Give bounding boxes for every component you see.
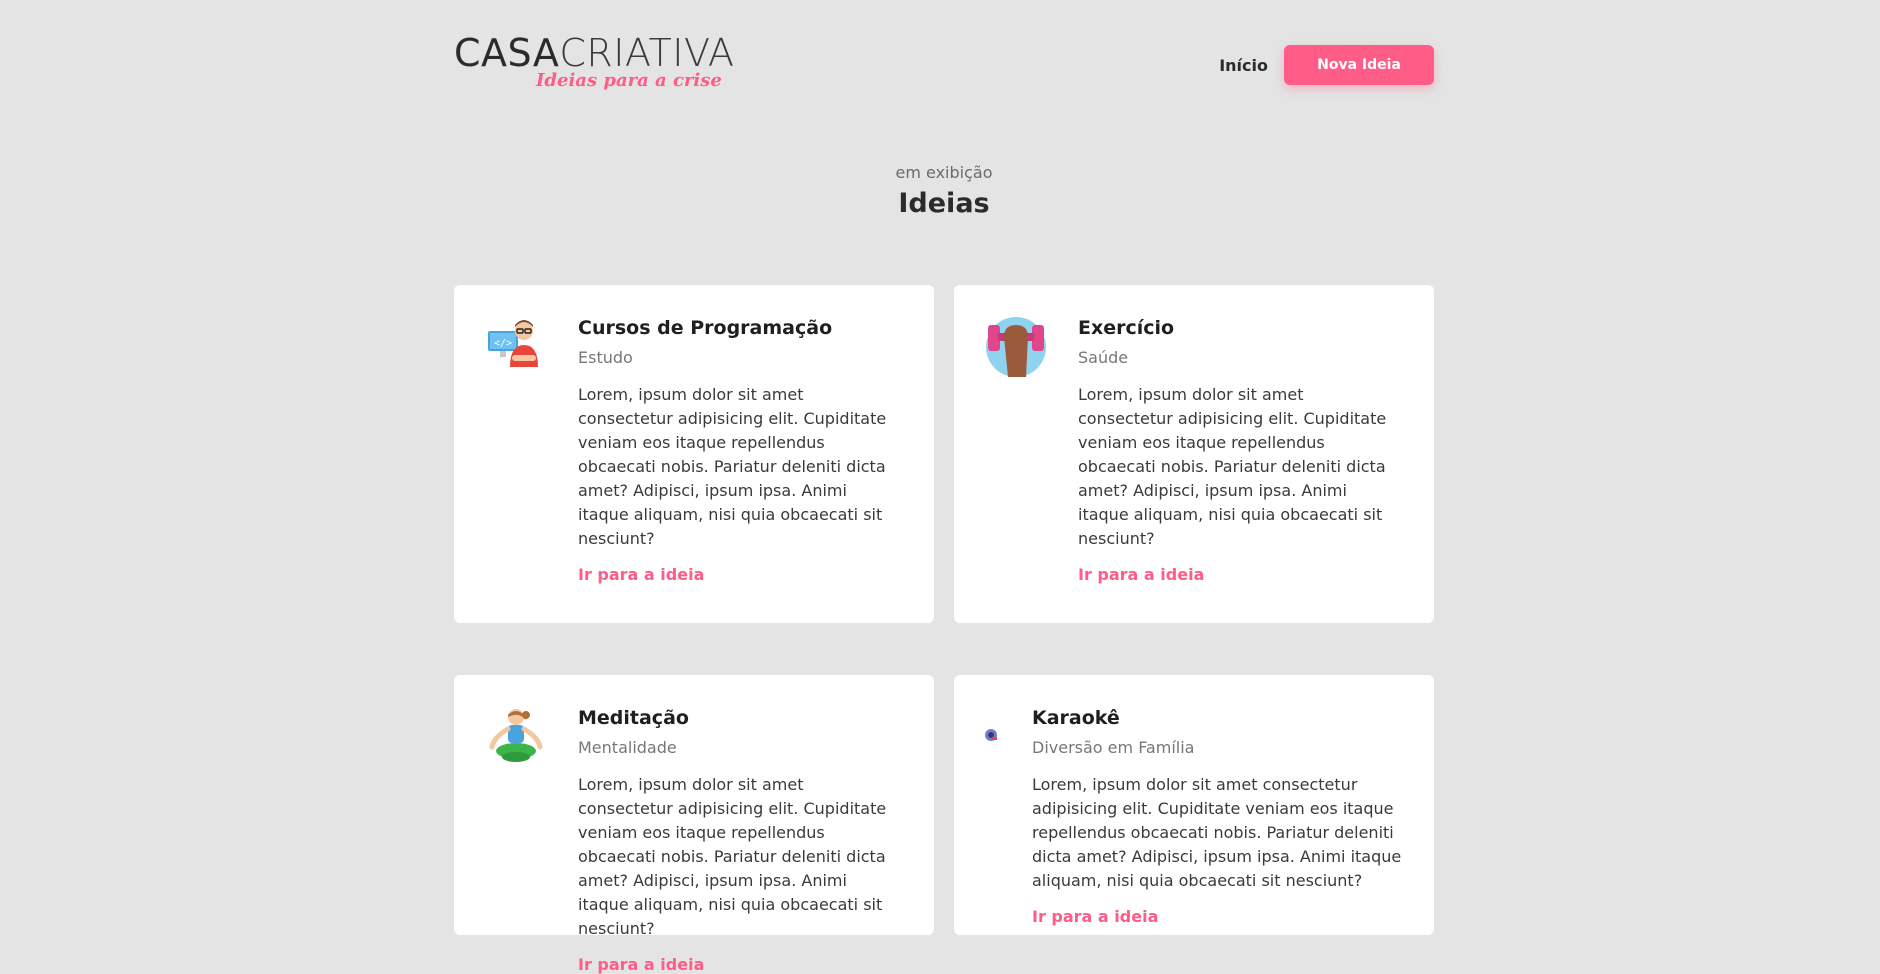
idea-card: Exercício Saúde Lorem, ipsum dolor sit a… — [954, 285, 1434, 623]
dumbbell-icon — [986, 317, 1046, 377]
idea-category: Diversão em Família — [1032, 738, 1195, 757]
idea-link[interactable]: Ir para a ideia — [1078, 565, 1204, 584]
idea-title: Meditação — [578, 707, 689, 729]
idea-card-body: Karaokê Diversão em Família Lorem, ipsum… — [1032, 707, 1404, 926]
idea-link[interactable]: Ir para a ideia — [1032, 907, 1158, 926]
section-title: Ideias — [898, 188, 990, 219]
idea-title: Cursos de Programação — [578, 317, 833, 339]
idea-link[interactable]: Ir para a ideia — [578, 955, 704, 974]
logo-word-criativa: CRIATIVA — [559, 31, 735, 75]
new-idea-button[interactable]: Nova Ideia — [1284, 45, 1434, 85]
idea-description: Lorem, ipsum dolor sit amet consectetur … — [578, 775, 887, 938]
idea-title: Exercício — [1078, 317, 1175, 339]
idea-link[interactable]: Ir para a ideia — [578, 565, 704, 584]
idea-category: Estudo — [578, 348, 633, 367]
logo[interactable]: CASACRIATIVA Ideias para a crise — [454, 30, 735, 91]
microphone-icon — [984, 727, 998, 741]
idea-description: Lorem, ipsum dolor sit amet consectetur … — [1078, 385, 1387, 548]
idea-description: Lorem, ipsum dolor sit amet consectetur … — [1032, 775, 1402, 890]
idea-category: Saúde — [1078, 348, 1129, 367]
idea-card: Karaokê Diversão em Família Lorem, ipsum… — [954, 675, 1434, 935]
idea-card-body: Exercício Saúde Lorem, ipsum dolor sit a… — [1078, 317, 1394, 584]
idea-category: Mentalidade — [578, 738, 677, 757]
svg-text:</>: </> — [494, 338, 512, 349]
meditation-icon — [486, 707, 546, 767]
idea-card-body: Cursos de Programação Estudo Lorem, ipsu… — [578, 317, 894, 584]
idea-card: </> Cursos de Programação Estudo Lorem, … — [454, 285, 934, 623]
idea-card: Meditação Mentalidade Lorem, ipsum dolor… — [454, 675, 934, 974]
logo-tagline: Ideias para a crise — [536, 70, 722, 91]
section-heading: em exibição Ideias — [0, 163, 1880, 219]
idea-description: Lorem, ipsum dolor sit amet consectetur … — [578, 385, 887, 548]
section-subtitle: em exibição — [895, 163, 993, 182]
nav-home-link[interactable]: Início — [1219, 56, 1268, 75]
idea-card-body: Meditação Mentalidade Lorem, ipsum dolor… — [578, 707, 894, 974]
idea-title: Karaokê — [1032, 707, 1120, 729]
main-nav: Início Nova Ideia — [1219, 45, 1434, 85]
site-header: CASACRIATIVA Ideias para a crise Início … — [454, 30, 1434, 100]
logo-word-casa: CASA — [454, 31, 560, 75]
programmer-icon: </> — [486, 317, 546, 377]
